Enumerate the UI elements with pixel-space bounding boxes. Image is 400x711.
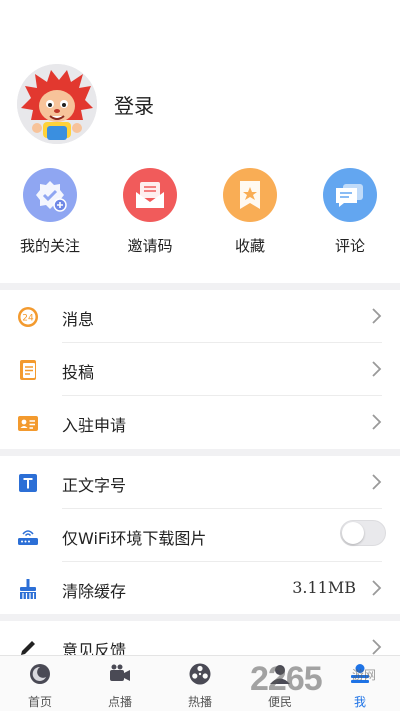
svg-text:24: 24 [22,314,34,324]
profile-header[interactable]: 登录 [0,60,400,150]
message-badge-icon: 24 [18,307,38,327]
menu-label: 正文字号 [62,476,127,495]
chevron-right-icon [372,474,382,490]
film-reel-icon [189,663,211,685]
menu-label: 清除缓存 [62,582,127,601]
document-icon [20,360,36,380]
follow-icon [23,168,77,222]
avatar[interactable] [17,64,97,144]
chevron-right-icon [372,639,382,655]
chevron-right-icon [372,308,382,324]
chevron-right-icon [372,414,382,430]
comment-icon [323,168,377,222]
watermark-number: 2265 [250,660,323,698]
menu-label: 消息 [62,310,95,329]
tab-label: 点播 [107,695,132,709]
toggle-knob [342,522,364,544]
tab-home[interactable]: 首页 [0,656,80,711]
broom-icon [20,579,36,599]
quick-action-label: 评论 [334,237,365,255]
invite-mail-icon [123,168,177,222]
id-card-icon [18,416,38,431]
menu-row-messages[interactable]: 24 消息 [0,290,400,343]
router-icon [18,530,38,545]
site-watermark: 2265 游网 [250,660,400,700]
home-icon [30,664,50,684]
menu-label: 仅WiFi环境下载图片 [62,529,207,548]
section-divider [0,449,400,456]
menu-row-clear-cache[interactable]: 清除缓存 3.11MB [0,562,400,615]
chevron-right-icon [372,361,382,377]
bookmark-icon [223,168,277,222]
tab-on-demand[interactable]: 点播 [80,656,160,711]
login-label[interactable]: 登录 [114,90,154,119]
text-size-icon [19,474,37,492]
section-divider [0,614,400,621]
section-divider [0,283,400,290]
quick-actions: 我的关注 邀请码 收藏 评论 [0,168,400,278]
quick-action-follow[interactable]: 我的关注 [0,168,100,268]
video-camera-icon [110,664,130,681]
tab-label: 热播 [187,695,212,709]
menu-label: 投稿 [62,363,95,382]
menu-row-wifi-images: 仅WiFi环境下载图片 [0,509,400,562]
quick-action-comments[interactable]: 评论 [300,168,400,268]
menu-row-submit[interactable]: 投稿 [0,343,400,396]
menu-row-apply[interactable]: 入驻申请 [0,396,400,449]
watermark-suffix: 游网 [352,668,377,682]
quick-action-label: 我的关注 [19,237,80,255]
chevron-right-icon [372,580,382,596]
tab-label: 首页 [27,695,52,709]
menu-row-font-size[interactable]: 正文字号 [0,456,400,509]
tab-hot[interactable]: 热播 [160,656,240,711]
cache-size: 3.11MB [292,578,356,597]
quick-action-invite[interactable]: 邀请码 [100,168,200,268]
quick-action-label: 收藏 [234,237,265,255]
wifi-images-toggle[interactable] [340,520,386,546]
mascot-avatar-icon [17,64,97,144]
quick-action-label: 邀请码 [127,237,173,255]
menu-label: 入驻申请 [62,416,127,435]
quick-action-favorites[interactable]: 收藏 [200,168,300,268]
